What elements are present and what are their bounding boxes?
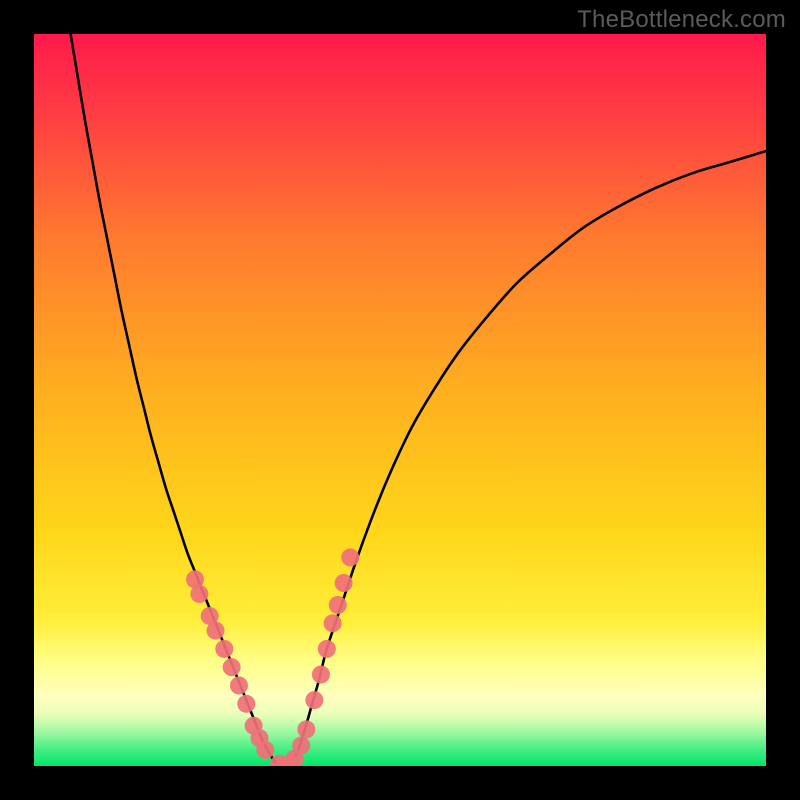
datapoint [341, 548, 359, 566]
bottleneck-plot [34, 34, 766, 766]
datapoint [223, 658, 241, 676]
datapoint [207, 622, 225, 640]
datapoint [318, 640, 336, 658]
datapoint [256, 741, 274, 759]
datapoint [215, 640, 233, 658]
datapoint [230, 676, 248, 694]
datapoint [292, 737, 310, 755]
datapoint [335, 574, 353, 592]
datapoint [305, 691, 323, 709]
datapoint [237, 695, 255, 713]
watermark-text: TheBottleneck.com [577, 6, 786, 34]
chart-frame: TheBottleneck.com [0, 0, 800, 800]
gradient-background [34, 34, 766, 766]
datapoint [297, 720, 315, 738]
datapoint [329, 596, 347, 614]
datapoint [312, 666, 330, 684]
datapoint [190, 585, 208, 603]
datapoint [324, 614, 342, 632]
